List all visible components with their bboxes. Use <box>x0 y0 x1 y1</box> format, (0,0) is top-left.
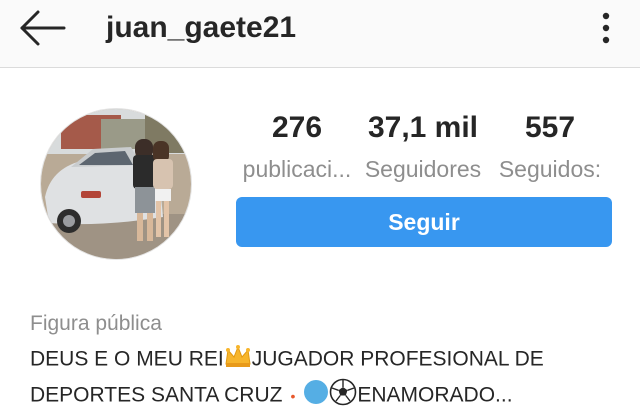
more-options-button[interactable] <box>590 8 622 48</box>
profile-avatar[interactable] <box>40 108 192 260</box>
top-bar: juan_gaete21 <box>0 0 640 68</box>
bio-line-1: DEUS E O MEU REI JUGADOR PROFESIONAL DE <box>30 344 544 376</box>
blue-circle-emoji <box>303 379 329 413</box>
stat-following[interactable]: 557 Seguidos: <box>494 110 606 184</box>
bio-text: DEUS E O MEU REI <box>30 347 224 371</box>
bio-line-2: DEPORTES SANTA CRUZ • ENAMORADO... <box>30 378 513 414</box>
profile-photo <box>41 109 191 259</box>
bio-text: ENAMORADO... <box>357 383 513 407</box>
following-label: Seguidos: <box>498 156 602 182</box>
crown-emoji <box>224 344 252 376</box>
posts-count: 276 <box>271 111 323 144</box>
bio-text: DEPORTES SANTA CRUZ <box>30 383 283 407</box>
profile-username: juan_gaete21 <box>106 11 297 44</box>
soccer-ball-emoji <box>329 378 357 414</box>
bio-text: JUGADOR PROFESIONAL DE <box>251 347 544 371</box>
stat-followers[interactable]: 37,1 mil Seguidores <box>356 110 490 184</box>
more-vertical-icon <box>602 12 610 44</box>
follow-button[interactable]: Seguir <box>236 197 612 247</box>
followers-count: 37,1 mil <box>367 111 479 144</box>
posts-label: publicaci... <box>242 156 352 182</box>
followers-label: Seguidores <box>364 156 482 182</box>
arrow-left-icon <box>20 10 66 46</box>
bio-separator-dot: • <box>290 388 296 404</box>
stat-posts[interactable]: 276 publicaci... <box>234 110 360 184</box>
following-count: 557 <box>524 111 576 144</box>
back-button[interactable] <box>14 8 70 48</box>
profile-category: Figura pública <box>30 312 162 335</box>
